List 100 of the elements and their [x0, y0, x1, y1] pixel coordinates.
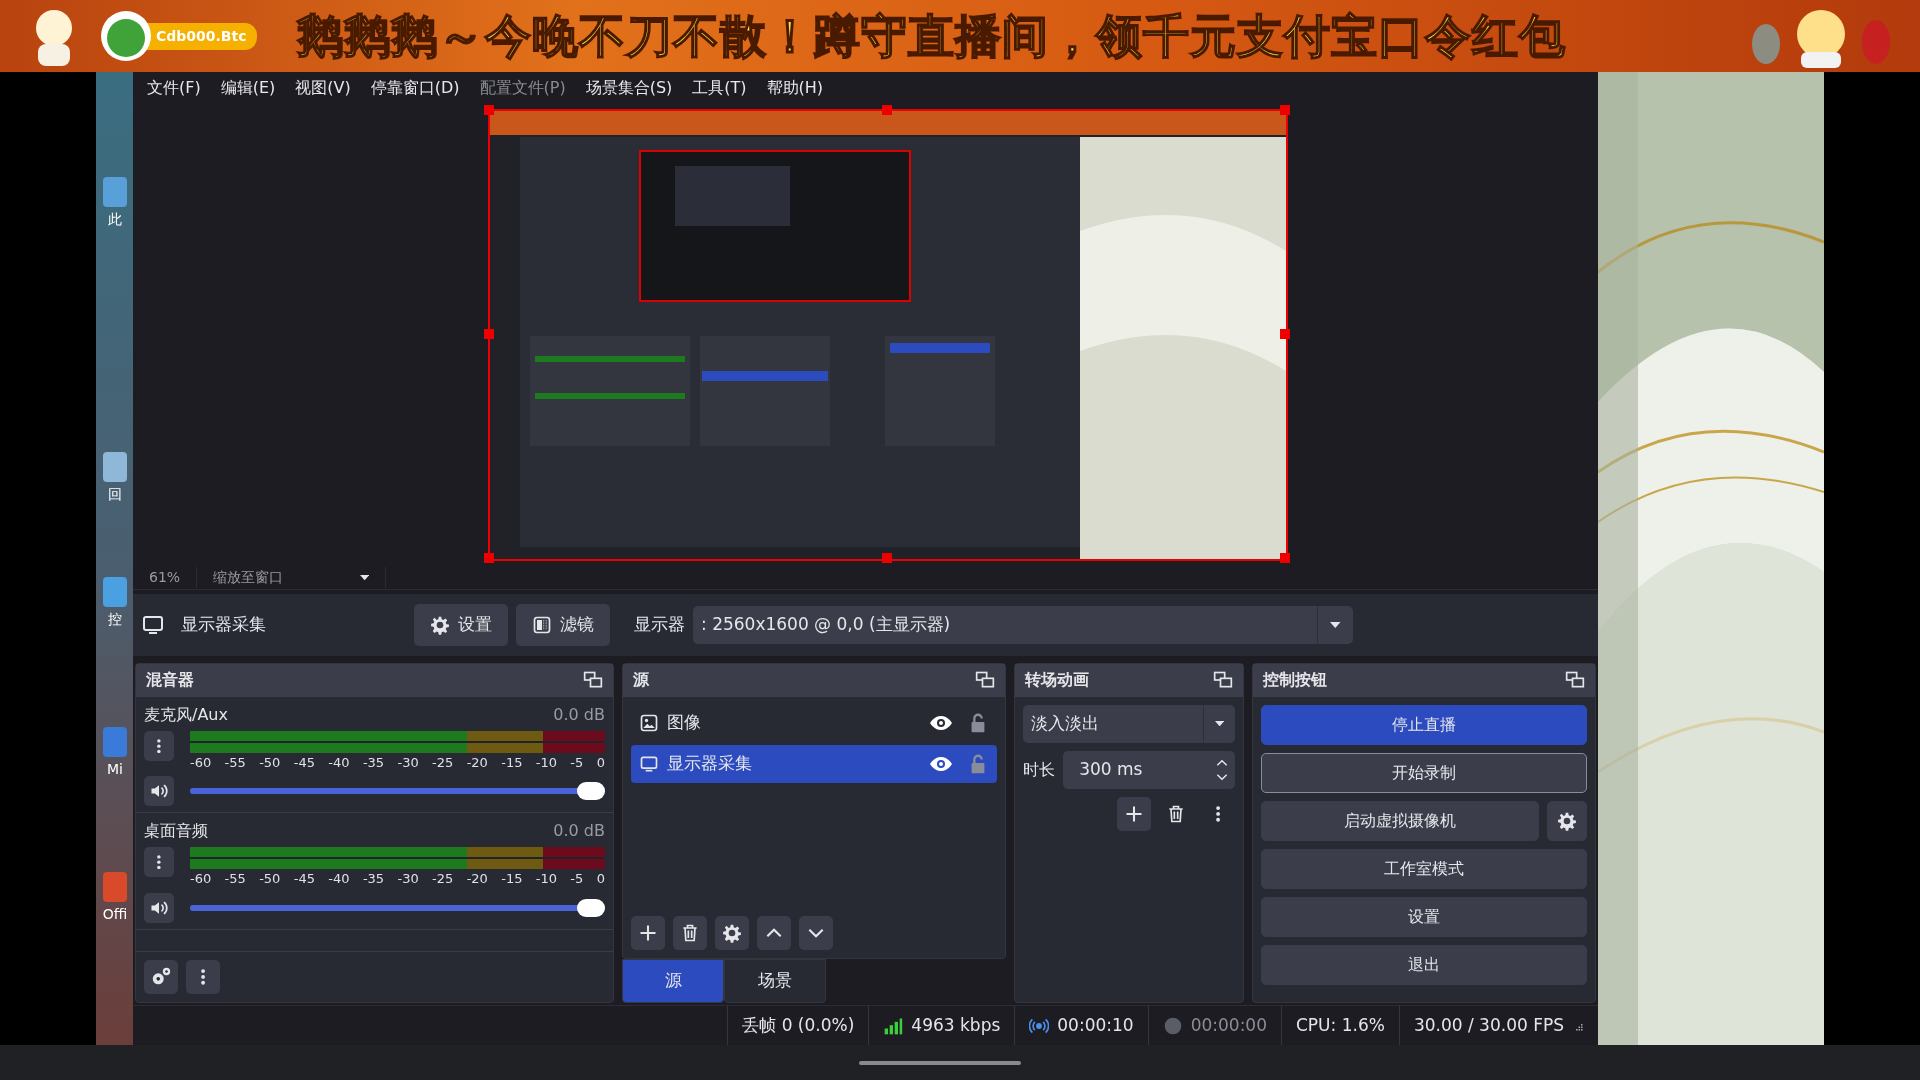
transition-select[interactable]: 淡入淡出 [1023, 704, 1235, 743]
resize-handle[interactable] [1280, 553, 1290, 564]
desktop-icon-label[interactable]: Mi [100, 759, 130, 780]
display-label: 显示器 [634, 613, 685, 637]
scale-label: -55 [224, 870, 246, 889]
volume-slider[interactable] [190, 898, 605, 917]
popout-icon[interactable] [583, 670, 603, 691]
control-button[interactable]: 停止直播 [1260, 704, 1587, 745]
scale-label: -10 [535, 870, 557, 889]
menu-button[interactable] [144, 847, 174, 878]
dock-tab[interactable]: 场景 [724, 959, 826, 1004]
settings-button[interactable] [1547, 800, 1587, 841]
menu-item[interactable]: 停靠窗口(D) [360, 72, 470, 105]
source-action-button[interactable] [715, 916, 749, 951]
resize-handle[interactable] [1280, 105, 1290, 116]
dock-title: 转场动画 [1025, 669, 1090, 692]
source-action-button[interactable] [673, 916, 707, 951]
image-icon [639, 712, 659, 733]
control-button[interactable]: 工作室模式 [1260, 848, 1587, 889]
more-icon [1215, 805, 1220, 822]
scale-label: -35 [362, 870, 385, 889]
resize-handle[interactable] [882, 105, 892, 116]
menu-button[interactable] [144, 730, 174, 761]
source-item[interactable]: 显示器采集 [631, 744, 998, 783]
menu-item[interactable]: 工具(T) [682, 72, 757, 105]
scale-label: -15 [501, 753, 523, 772]
mute-button[interactable] [144, 892, 174, 923]
scale-label: 0 [596, 753, 605, 772]
menu-item[interactable]: 帮助(H) [756, 72, 834, 105]
scale-label: -45 [293, 870, 315, 889]
home-indicator[interactable] [859, 1060, 1021, 1065]
scale-label: -60 [190, 870, 212, 889]
desktop-icon-label[interactable]: 控 [100, 609, 130, 630]
channel-reading: 0.0 dB [553, 820, 605, 843]
mute-button[interactable] [144, 776, 174, 807]
more-icon [157, 855, 161, 870]
scale-label: -5 [570, 753, 584, 772]
source-action-button[interactable] [799, 916, 833, 951]
control-button[interactable]: 退出 [1260, 944, 1587, 985]
scale-label: -40 [328, 870, 350, 889]
control-button[interactable]: 设置 [1260, 896, 1587, 937]
scale-label: -50 [259, 870, 281, 889]
gear-icon [430, 614, 450, 635]
source-label: 显示器采集 [667, 752, 753, 776]
scale-label: -10 [535, 753, 557, 772]
more-icon [157, 738, 161, 753]
more-icon [200, 969, 206, 985]
scale-label: -20 [466, 753, 488, 772]
duration-field[interactable]: 300 ms [1063, 750, 1235, 789]
gear-icon [1557, 810, 1577, 831]
toolbar-button[interactable]: 设置 [414, 604, 508, 646]
mixer-settings-button[interactable] [144, 960, 178, 995]
toolbar-button[interactable]: 滤镜 [516, 604, 610, 646]
duration-label: 时长 [1023, 758, 1056, 781]
control-button[interactable]: 启动虚拟摄像机 [1260, 800, 1539, 841]
source-name: 显示器采集 [181, 613, 267, 637]
slider-thumb[interactable] [577, 898, 605, 917]
desktop-icon-label[interactable]: 此 [100, 209, 130, 230]
popout-icon[interactable] [975, 670, 996, 691]
cpu-usage: CPU: 1.6% [1296, 1013, 1385, 1037]
menu-item[interactable]: 视图(V) [285, 72, 361, 105]
dropped-frames: 丢帧 0 (0.0%) [742, 1012, 855, 1039]
popout-icon[interactable] [1565, 670, 1585, 691]
resize-handle[interactable] [882, 553, 892, 564]
volume-slider[interactable] [190, 782, 605, 801]
record-time: 00:00:00 [1190, 1013, 1267, 1037]
scale-label: 0 [596, 870, 605, 889]
source-action-button[interactable] [631, 916, 665, 951]
source-action-button[interactable] [757, 916, 791, 951]
filter-icon [532, 614, 552, 635]
source-item[interactable]: 图像 [631, 703, 998, 742]
resize-handle[interactable] [1280, 329, 1290, 340]
channel-reading: 0.0 dB [553, 703, 605, 726]
caret-icon [1330, 621, 1341, 628]
scale-label: -45 [293, 753, 315, 772]
scale-label: -20 [466, 870, 488, 889]
menu-item[interactable]: 文件(F) [137, 72, 211, 105]
popout-icon[interactable] [1212, 670, 1233, 691]
scale-label: -40 [328, 753, 350, 772]
menu-item[interactable]: 场景集合(S) [575, 72, 683, 105]
resize-handle[interactable] [484, 553, 494, 564]
mixer-menu-button[interactable] [186, 960, 220, 995]
trash-icon [680, 923, 700, 944]
resize-handle[interactable] [484, 105, 494, 116]
transition-action-button[interactable] [1116, 796, 1151, 831]
menu-item[interactable]: 编辑(E) [210, 72, 286, 105]
dock-tab[interactable]: 源 [622, 959, 724, 1004]
resize-handle[interactable] [484, 329, 494, 340]
control-button[interactable]: 开始录制 [1260, 752, 1587, 793]
slider-thumb[interactable] [577, 782, 605, 801]
add-icon [638, 923, 658, 944]
desktop-icon-label[interactable]: 回 [100, 484, 130, 505]
record-icon [1162, 1015, 1183, 1036]
banner-text: 鹅鹅鹅～今晚不刀不散！蹲守直播间，领千元支付宝口令红包 [296, 7, 1567, 65]
zoom-dropdown[interactable]: 缩放至窗口 [196, 566, 387, 588]
duration-value: 300 ms [1078, 758, 1143, 782]
scale-label: -55 [224, 753, 246, 772]
caret-icon [359, 574, 370, 581]
display-select[interactable]: : 2560x1600 @ 0,0 (主显示器) [693, 605, 1353, 644]
desktop-icon-label[interactable]: Offi [100, 904, 130, 925]
